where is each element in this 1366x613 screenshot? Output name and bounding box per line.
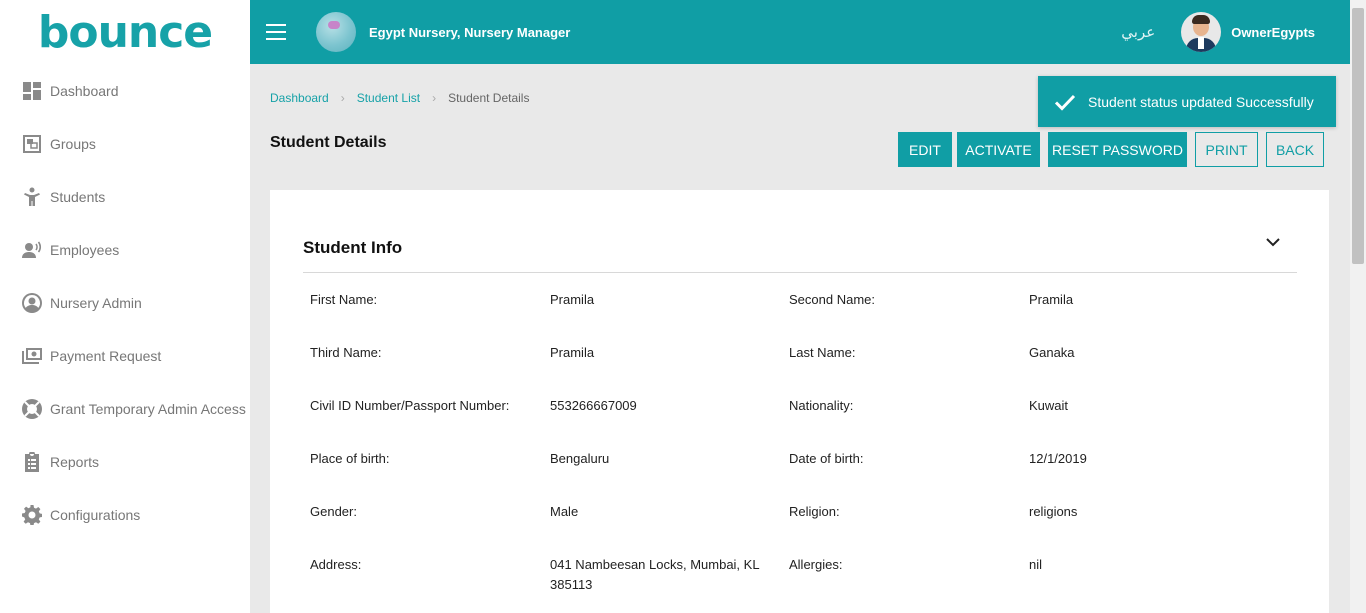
page-title: Student Details bbox=[270, 134, 387, 151]
top-bar: Egypt Nursery, Nursery Manager عربي Owne… bbox=[250, 0, 1350, 64]
sidebar-item-groups[interactable]: Groups bbox=[0, 117, 250, 170]
bounce-logo[interactable]: bounce bbox=[0, 0, 250, 64]
sidebar-item-students[interactable]: Students bbox=[0, 170, 250, 223]
chevron-right-icon: › bbox=[340, 91, 345, 105]
religion-value: religions bbox=[1029, 504, 1078, 519]
employee-speaking-icon bbox=[22, 240, 42, 260]
sidebar-item-label: Groups bbox=[50, 135, 96, 152]
gear-icon bbox=[22, 504, 42, 525]
sidebar-item-label: Employees bbox=[50, 241, 120, 258]
back-button[interactable]: BACK bbox=[1266, 132, 1324, 167]
chevron-down-icon[interactable] bbox=[1263, 236, 1283, 250]
breadcrumb-student-list[interactable]: Student List bbox=[357, 91, 420, 105]
allergies-value: nil bbox=[1029, 557, 1043, 572]
money-icon bbox=[22, 346, 42, 366]
sidebar-item-employees[interactable]: Employees bbox=[0, 223, 250, 276]
first-name-value: Pramila bbox=[550, 292, 595, 307]
sidebar-item-payment-request[interactable]: Payment Request bbox=[0, 329, 250, 382]
account-circle-icon bbox=[22, 292, 42, 313]
user-avatar[interactable] bbox=[1181, 12, 1222, 52]
sidebar-item-dashboard[interactable]: Dashboard bbox=[0, 64, 250, 117]
sidebar-item-label: Dashboard bbox=[50, 82, 119, 99]
sidebar-item-label: Nursery Admin bbox=[50, 294, 142, 311]
date-of-birth-value: 12/1/2019 bbox=[1029, 451, 1087, 466]
print-button[interactable]: PRINT bbox=[1195, 132, 1258, 167]
allergies-label: Allergies: bbox=[789, 557, 843, 572]
sidebar: bounce Dashboard Groups Students Employe… bbox=[0, 0, 250, 613]
place-of-birth-value: Bengaluru bbox=[550, 451, 610, 466]
address-value: 041 Nambeesan Locks, Mumbai, KL 385113 bbox=[550, 557, 760, 592]
language-toggle[interactable]: عربي bbox=[1121, 23, 1155, 41]
page-scrollbar[interactable] bbox=[1350, 0, 1366, 613]
last-name-value: Ganaka bbox=[1029, 345, 1075, 360]
sidebar-item-nursery-admin[interactable]: Nursery Admin bbox=[0, 276, 250, 329]
breadcrumb: Dashboard › Student List › Student Detai… bbox=[270, 91, 529, 105]
username[interactable]: OwnerEgypts bbox=[1231, 25, 1315, 40]
gender-value: Male bbox=[550, 504, 579, 519]
religion-label: Religion: bbox=[789, 504, 840, 519]
toast-message: Student status updated Successfully bbox=[1088, 93, 1314, 110]
breadcrumb-dashboard[interactable]: Dashboard bbox=[270, 91, 329, 105]
hamburger-menu-icon[interactable] bbox=[266, 24, 286, 40]
gender-label: Gender: bbox=[310, 504, 357, 519]
last-name-label: Last Name: bbox=[789, 345, 856, 360]
sidebar-item-grant-temporary-admin-access[interactable]: Grant Temporary Admin Access bbox=[0, 382, 250, 435]
civil-id-value: 553266667009 bbox=[550, 398, 637, 413]
scrollbar-thumb[interactable] bbox=[1352, 8, 1364, 264]
civil-id-label: Civil ID Number/Passport Number: bbox=[310, 398, 510, 413]
clipboard-list-icon bbox=[22, 451, 42, 472]
dashboard-icon bbox=[22, 81, 42, 101]
sidebar-item-reports[interactable]: Reports bbox=[0, 435, 250, 488]
reset-password-button[interactable]: RESET PASSWORD bbox=[1048, 132, 1187, 167]
third-name-label: Third Name: bbox=[310, 345, 382, 360]
sidebar-item-configurations[interactable]: Configurations bbox=[0, 488, 250, 541]
sidebar-item-label: Grant Temporary Admin Access bbox=[50, 400, 246, 417]
student-info-card: Student Info First Name: Pramila Second … bbox=[270, 190, 1329, 613]
lifebuoy-icon bbox=[22, 398, 42, 419]
sidebar-item-label: Payment Request bbox=[50, 347, 162, 364]
second-name-value: Pramila bbox=[1029, 292, 1074, 307]
divider bbox=[303, 272, 1297, 273]
breadcrumb-current: Student Details bbox=[448, 91, 530, 105]
sidebar-item-label: Reports bbox=[50, 453, 100, 470]
first-name-label: First Name: bbox=[310, 292, 378, 307]
nursery-avatar bbox=[316, 12, 356, 52]
edit-button[interactable]: EDIT bbox=[898, 132, 952, 167]
sidebar-nav: Dashboard Groups Students Employees Nurs… bbox=[0, 64, 250, 541]
org-title: Egypt Nursery, Nursery Manager bbox=[369, 24, 571, 40]
place-of-birth-label: Place of birth: bbox=[310, 451, 390, 466]
second-name-label: Second Name: bbox=[789, 292, 875, 307]
date-of-birth-label: Date of birth: bbox=[789, 451, 864, 466]
address-label: Address: bbox=[310, 557, 362, 572]
success-toast: Student status updated Successfully bbox=[1038, 76, 1336, 127]
sidebar-item-label: Configurations bbox=[50, 506, 141, 523]
section-title: Student Info bbox=[303, 238, 403, 257]
checkmark-icon bbox=[1054, 94, 1076, 111]
nationality-label: Nationality: bbox=[789, 398, 854, 413]
nationality-value: Kuwait bbox=[1029, 398, 1069, 413]
child-icon bbox=[22, 187, 42, 207]
activate-button[interactable]: ACTIVATE bbox=[957, 132, 1040, 167]
logo-text: bounce bbox=[37, 6, 213, 58]
groups-icon bbox=[22, 134, 42, 154]
chevron-right-icon: › bbox=[432, 91, 437, 105]
third-name-value: Pramila bbox=[550, 345, 595, 360]
sidebar-item-label: Students bbox=[50, 188, 106, 205]
